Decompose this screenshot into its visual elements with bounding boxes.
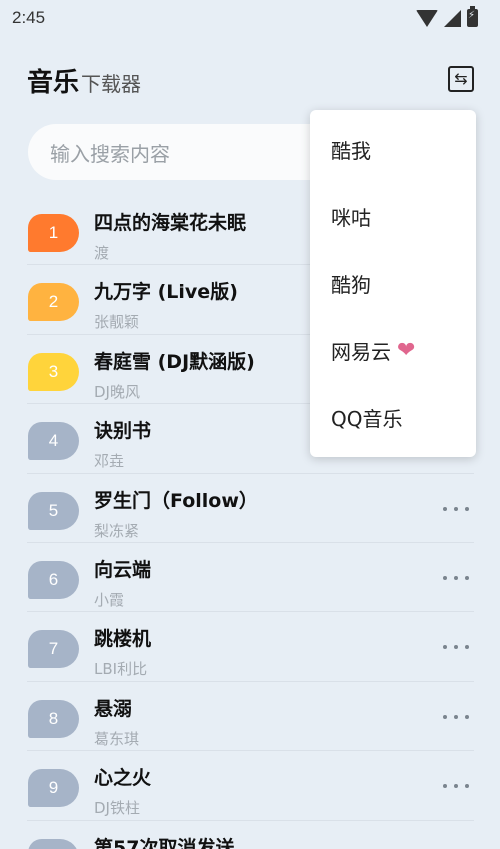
menu-item-migu[interactable]: 咪咕 (310, 183, 476, 250)
song-title: 罗生门（Follow） (94, 489, 258, 512)
song-artist: DJ铁柱 (94, 799, 140, 818)
song-row[interactable]: 9 心之火 DJ铁柱 (0, 751, 500, 821)
search-placeholder: 输入搜索内容 (50, 141, 170, 166)
menu-item-kugou[interactable]: 酷狗 (310, 250, 476, 317)
more-options-icon[interactable] (443, 573, 469, 583)
menu-item-label: QQ音乐 (331, 407, 403, 431)
song-title: 诀别书 (94, 420, 152, 443)
rank-badge: 2 (28, 283, 79, 322)
more-options-icon[interactable] (443, 642, 469, 652)
song-title: 四点的海棠花未眠 (94, 212, 247, 234)
song-artist: DJ晚风 (94, 382, 140, 401)
more-options-icon[interactable] (443, 712, 469, 722)
song-artist: LBI利比 (94, 660, 148, 679)
menu-item-qqmusic[interactable]: QQ音乐 (310, 384, 476, 451)
source-dropdown-menu: 酷我 咪咕 酷狗 网易云 ❤ QQ音乐 (310, 110, 476, 457)
song-artist: 梨冻紧 (94, 521, 140, 540)
app-subtitle: 下载器 (81, 72, 142, 96)
more-options-icon[interactable] (443, 781, 469, 791)
song-row[interactable]: 5 罗生门（Follow） 梨冻紧 (0, 474, 500, 543)
rank-badge: 3 (28, 352, 79, 391)
song-title: 第57次取消发送 (94, 836, 235, 849)
cellular-signal-icon (444, 9, 461, 27)
rank-badge: 9 (28, 769, 79, 808)
song-title: 春庭雪 (DJ默涵版) (94, 350, 255, 373)
battery-charging-icon (467, 6, 478, 27)
rank-badge: 1 (28, 214, 79, 252)
song-artist: 小霞 (94, 590, 125, 609)
more-options-icon[interactable] (443, 504, 469, 514)
song-artist: 葛东琪 (94, 729, 140, 748)
wifi-icon (416, 9, 438, 27)
song-title: 向云端 (94, 558, 152, 581)
app-header: 音乐 下载器 (27, 62, 141, 99)
menu-item-label: 咪咕 (331, 206, 371, 230)
rank-badge: 8 (28, 699, 79, 738)
song-row[interactable]: 10 第57次取消发送 (0, 821, 500, 849)
rank-badge: 6 (28, 560, 79, 599)
app-title: 音乐 (27, 68, 80, 98)
rank-badge: 7 (28, 630, 79, 669)
status-time: 2:45 (12, 8, 46, 27)
song-row[interactable]: 8 悬溺 葛东琪 (0, 682, 500, 752)
song-row[interactable]: 6 向云端 小霞 (0, 543, 500, 613)
song-artist: 渡 (94, 244, 110, 262)
rank-badge: 5 (28, 491, 79, 530)
menu-item-label: 酷我 (331, 139, 371, 163)
rank-badge: 10 (28, 838, 79, 849)
menu-item-netease[interactable]: 网易云 ❤ (310, 317, 476, 384)
song-artist: 张靓颖 (94, 313, 140, 332)
rank-badge: 4 (28, 422, 79, 461)
swap-icon[interactable]: ⇆ (448, 66, 474, 92)
song-title: 悬溺 (94, 697, 133, 720)
menu-item-label: 网易云 (331, 340, 391, 364)
menu-item-label: 酷狗 (331, 273, 371, 297)
song-artist: 邓垚 (94, 452, 125, 471)
heart-icon: ❤ (397, 337, 416, 363)
status-icons (416, 6, 478, 27)
song-title: 九万字 (Live版) (94, 281, 238, 304)
status-bar: 2:45 (0, 0, 500, 36)
song-row[interactable]: 7 跳楼机 LBI利比 (0, 612, 500, 682)
song-title: 跳楼机 (94, 628, 152, 651)
menu-item-kuwo[interactable]: 酷我 (310, 116, 476, 183)
song-title: 心之火 (94, 767, 152, 790)
